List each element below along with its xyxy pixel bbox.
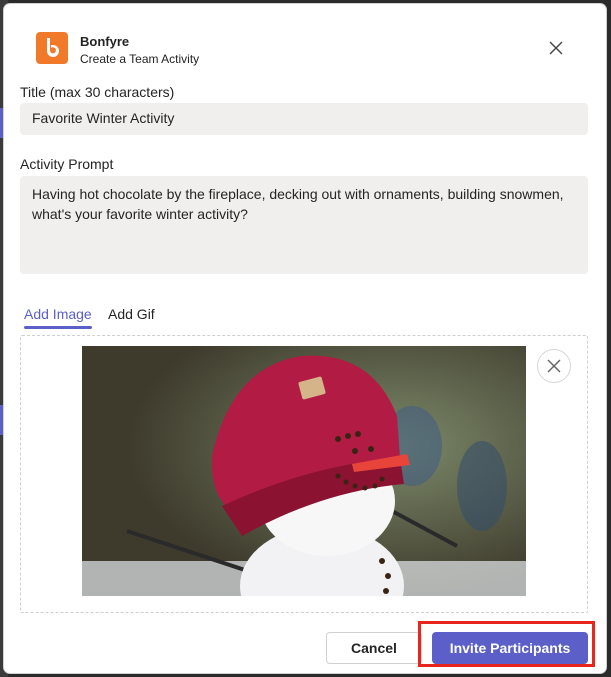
dialog-header: Bonfyre Create a Team Activity (36, 32, 576, 68)
close-button[interactable] (544, 36, 568, 60)
prompt-textarea[interactable]: Having hot chocolate by the fireplace, d… (20, 176, 588, 274)
tab-add-image[interactable]: Add Image (24, 306, 92, 322)
title-input[interactable]: Favorite Winter Activity (20, 103, 588, 135)
cancel-button[interactable]: Cancel (326, 632, 422, 664)
close-icon (547, 359, 561, 373)
image-drop-zone[interactable] (20, 335, 588, 613)
dialog-footer: Cancel Invite Participants (4, 628, 606, 668)
create-activity-dialog: Bonfyre Create a Team Activity Title (ma… (4, 4, 606, 673)
snowman-photo-icon (82, 346, 526, 596)
bonfyre-logo-icon (36, 32, 68, 64)
close-icon (549, 41, 563, 55)
image-preview (82, 346, 526, 596)
remove-image-button[interactable] (537, 349, 571, 383)
tab-add-gif[interactable]: Add Gif (108, 306, 155, 322)
invite-participants-button[interactable]: Invite Participants (432, 632, 588, 664)
app-name: Bonfyre (80, 34, 130, 49)
dialog-subtitle: Create a Team Activity (80, 52, 200, 66)
tab-active-indicator (24, 326, 92, 329)
prompt-label: Activity Prompt (20, 156, 114, 172)
title-label: Title (max 30 characters) (20, 84, 175, 100)
